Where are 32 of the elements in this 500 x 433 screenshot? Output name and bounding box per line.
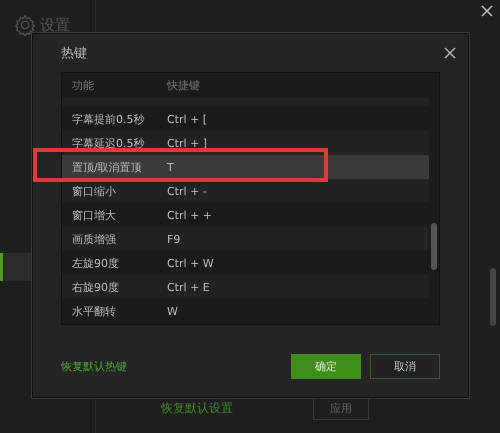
table-row[interactable]: 画质增强 F9 — [62, 227, 429, 251]
column-header: 快捷键 — [167, 78, 200, 93]
table-cell-text: 左旋90度 — [71, 256, 120, 270]
table-cell-text: 字幕提前0.5秒 — [71, 112, 146, 126]
table-cell: Ctrl + [ — [167, 112, 208, 126]
table-cell: T — [167, 160, 174, 174]
table-cell: Ctrl + W — [167, 256, 214, 270]
table-cell: Ctrl + E — [167, 280, 210, 294]
scrollbar-thumb[interactable] — [431, 223, 437, 270]
restore-hotkeys-link[interactable]: 恢复默认热键 — [61, 358, 127, 374]
table-cell-text: 画质增强 — [71, 232, 117, 246]
cancel-button[interactable]: 取消 — [370, 354, 440, 378]
table-cell-text: 字幕延迟0.5秒 — [71, 136, 146, 150]
dialog-title: 热键 — [61, 45, 87, 62]
column-header: 功能 — [71, 78, 95, 93]
scrollbar-thumb[interactable] — [490, 268, 496, 326]
table-cell: F9 — [167, 232, 180, 246]
table-cell-text: 窗口缩小 — [71, 184, 117, 198]
table-cell-text: 置顶/取消置顶 — [71, 160, 143, 174]
close-icon[interactable] — [480, 4, 494, 18]
restore-defaults-link[interactable]: 恢复默认设置 — [161, 400, 233, 416]
table-row[interactable]: 窗口缩小 Ctrl + - — [62, 179, 429, 203]
table-cell: Ctrl + - — [167, 184, 207, 198]
close-icon[interactable] — [444, 47, 456, 59]
table-row[interactable]: 右旋90度 Ctrl + E — [62, 275, 429, 299]
table-cell-text: 窗口增大 — [71, 208, 117, 222]
table-cell-text: 右旋90度 — [71, 280, 120, 294]
gear-icon — [14, 14, 36, 36]
table-cell-text: 水平翻转 — [71, 304, 117, 318]
table-cell: W — [167, 304, 178, 318]
table-cell: Ctrl + + — [167, 208, 212, 222]
table-row[interactable]: 置顶/取消置顶 T — [62, 155, 429, 179]
